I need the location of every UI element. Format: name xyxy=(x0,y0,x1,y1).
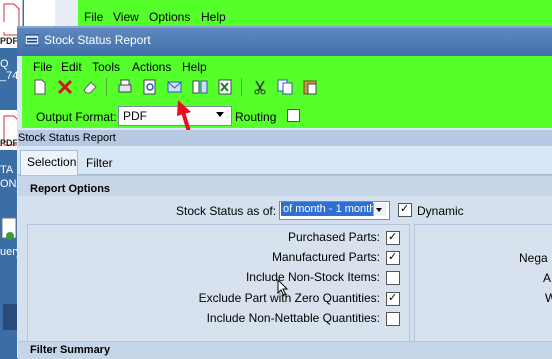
non-nettable-checkbox[interactable] xyxy=(386,312,400,326)
bg-menu-file[interactable]: File xyxy=(84,10,103,24)
chevron-down-icon[interactable] xyxy=(216,112,224,117)
background-window-left-pane xyxy=(55,0,79,26)
report-options-heading: Report Options xyxy=(30,183,111,195)
clear-icon[interactable] xyxy=(81,78,99,96)
checkmark-icon: ✓ xyxy=(388,251,398,263)
purchased-parts-label: Purchased Parts: xyxy=(287,230,380,244)
manufactured-parts-label: Manufactured Parts: xyxy=(271,250,380,264)
copy-icon[interactable] xyxy=(276,78,294,96)
new-icon[interactable] xyxy=(31,78,49,96)
export-icon[interactable] xyxy=(191,78,209,96)
checkmark-icon: ✓ xyxy=(388,231,398,243)
menu-tools[interactable]: Tools xyxy=(92,60,120,74)
mouse-cursor-icon xyxy=(277,279,289,296)
preview-icon[interactable] xyxy=(141,78,159,96)
stock-status-label: Stock Status as of: xyxy=(176,204,277,218)
right-label-fragment-2: A xyxy=(543,271,552,285)
paste-icon[interactable] xyxy=(301,78,319,96)
tab-filter[interactable]: Filter xyxy=(86,156,113,170)
pdf-badge-2: PDF xyxy=(0,138,18,148)
filter-summary-heading: Filter Summary xyxy=(30,344,111,356)
output-format-value: PDF xyxy=(123,109,147,123)
non-stock-items-checkbox[interactable] xyxy=(386,271,400,285)
routing-checkbox[interactable] xyxy=(287,109,300,122)
bg-menu-help[interactable]: Help xyxy=(201,10,226,24)
desktop-label-1-top: Q xyxy=(0,58,9,70)
non-nettable-label: Include Non-Nettable Quantities: xyxy=(206,311,380,325)
window-app-icon xyxy=(25,34,39,46)
tab-selection-label: Selection xyxy=(27,155,77,169)
menu-help[interactable]: Help xyxy=(182,60,207,74)
toolbar-separator xyxy=(106,78,107,96)
toolbar-separator xyxy=(241,78,242,96)
menu-file[interactable]: File xyxy=(33,60,52,74)
bg-menu-view[interactable]: View xyxy=(113,10,139,24)
manufactured-parts-checkbox[interactable]: ✓ xyxy=(386,251,400,265)
non-stock-items-label: Include Non-Stock Items: xyxy=(245,270,380,284)
desktop-label-2-top: TA xyxy=(0,164,14,176)
send-icon[interactable] xyxy=(166,78,184,96)
excel-icon[interactable] xyxy=(216,78,234,96)
panel-title: Stock Status Report xyxy=(18,132,116,144)
right-label-fragment-1: Nega xyxy=(519,251,548,265)
dynamic-label: Dynamic xyxy=(417,204,464,218)
dynamic-checkbox[interactable]: ✓ xyxy=(398,203,412,217)
routing-label: Routing xyxy=(235,110,277,124)
delete-icon[interactable] xyxy=(56,78,74,96)
stock-status-value: of month - 1 month xyxy=(281,202,373,216)
bg-menu-options[interactable]: Options xyxy=(149,10,190,24)
cut-icon[interactable] xyxy=(251,78,269,96)
chevron-down-icon xyxy=(376,208,382,212)
menu-edit[interactable]: Edit xyxy=(61,60,82,74)
print-icon[interactable] xyxy=(116,78,134,96)
menu-actions[interactable]: Actions xyxy=(132,60,171,74)
zero-quantities-checkbox[interactable]: ✓ xyxy=(386,292,400,306)
window-title: Stock Status Report xyxy=(44,33,151,47)
right-label-fragment-3: W xyxy=(545,291,552,305)
output-format-label: Output Format: xyxy=(36,110,117,124)
purchased-parts-checkbox[interactable]: ✓ xyxy=(386,231,400,245)
options-group-right xyxy=(414,224,552,342)
checkmark-icon: ✓ xyxy=(388,292,398,304)
desktop-label-1-bottom: _74 xyxy=(0,70,19,82)
pdf-badge: PDF xyxy=(0,36,18,46)
checkmark-icon: ✓ xyxy=(400,203,410,215)
zero-quantities-label: Exclude Part with Zero Quantities: xyxy=(198,291,380,305)
